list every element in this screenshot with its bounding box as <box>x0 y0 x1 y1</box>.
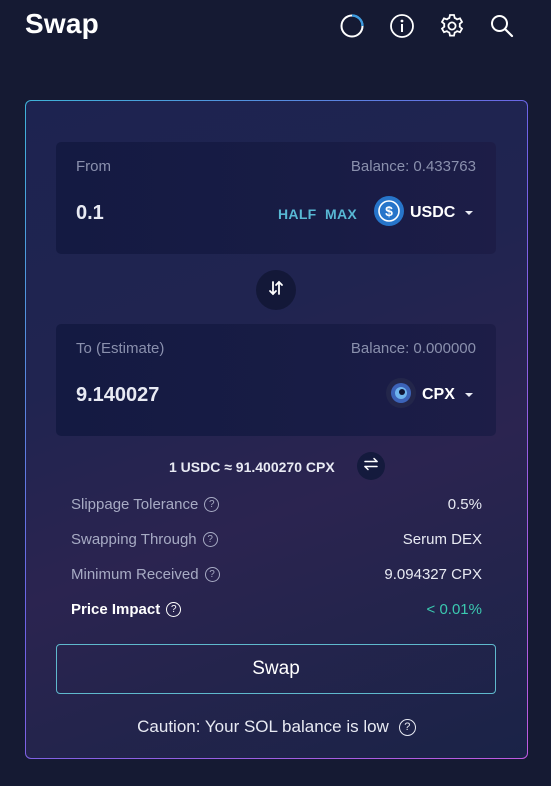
gear-icon[interactable] <box>438 12 466 40</box>
usdc-icon: $ <box>374 195 404 231</box>
help-icon[interactable]: ? <box>204 567 220 582</box>
refresh-icon[interactable] <box>338 12 366 40</box>
swap-button[interactable]: Swap <box>56 644 496 694</box>
from-label: From <box>76 158 111 175</box>
chevron-down-icon <box>464 393 473 397</box>
help-icon[interactable]: ? <box>398 718 416 736</box>
route-row: Swapping Through ? Serum DEX <box>71 531 482 553</box>
minimum-received-row: Minimum Received ? 9.094327 CPX <box>71 566 482 588</box>
cpx-icon <box>386 377 416 413</box>
to-panel: To (Estimate) Balance: 0.000000 9.140027… <box>56 324 496 436</box>
top-bar: Swap <box>0 0 551 56</box>
minimum-received-value: 9.094327 CPX <box>384 566 482 583</box>
price-impact-value: < 0.01% <box>426 601 482 618</box>
half-button[interactable]: HALF <box>278 206 317 222</box>
info-icon[interactable] <box>388 12 416 40</box>
help-icon[interactable]: ? <box>204 497 220 512</box>
rate-text: 1 USDC ≈ 91.400270 CPX <box>169 459 335 475</box>
page-title: Swap <box>25 8 99 39</box>
slippage-row: Slippage Tolerance ? 0.5% <box>71 496 482 518</box>
switch-direction-button[interactable] <box>256 270 296 310</box>
slippage-label: Slippage Tolerance <box>71 496 199 513</box>
help-icon[interactable]: ? <box>202 532 218 547</box>
caution-text: Caution: Your SOL balance is low <box>137 717 389 736</box>
swap-vertical-icon <box>266 278 286 303</box>
to-label: To (Estimate) <box>76 340 165 357</box>
price-impact-label: Price Impact <box>71 601 161 618</box>
from-token-selector[interactable]: $ USDC <box>374 195 474 231</box>
from-token-name: USDC <box>410 204 456 221</box>
chevron-down-icon <box>465 211 474 215</box>
max-button[interactable]: MAX <box>325 206 357 222</box>
to-balance: Balance: 0.000000 <box>350 340 476 357</box>
swap-horizontal-icon <box>363 457 379 476</box>
minimum-received-label: Minimum Received <box>71 566 199 583</box>
to-amount-output[interactable]: 9.140027 <box>76 384 159 407</box>
svg-text:$: $ <box>385 203 393 219</box>
slippage-value[interactable]: 0.5% <box>448 496 482 513</box>
to-token-selector[interactable]: CPX <box>386 377 473 413</box>
from-panel: From Balance: 0.433763 0.1 HALF MAX $ US… <box>56 142 496 254</box>
from-amount-input[interactable]: 0.1 <box>76 202 104 225</box>
caution-message: Caution: Your SOL balance is low ? <box>26 717 527 737</box>
help-icon[interactable]: ? <box>166 602 182 617</box>
route-value: Serum DEX <box>402 531 482 548</box>
route-label: Swapping Through <box>71 531 197 548</box>
swap-card: From Balance: 0.433763 0.1 HALF MAX $ US… <box>25 100 528 759</box>
search-icon[interactable] <box>488 12 516 40</box>
from-balance[interactable]: Balance: 0.433763 <box>351 158 476 175</box>
to-token-name: CPX <box>422 386 455 403</box>
price-impact-row: Price Impact ? < 0.01% <box>71 601 482 623</box>
invert-rate-button[interactable] <box>357 452 385 480</box>
